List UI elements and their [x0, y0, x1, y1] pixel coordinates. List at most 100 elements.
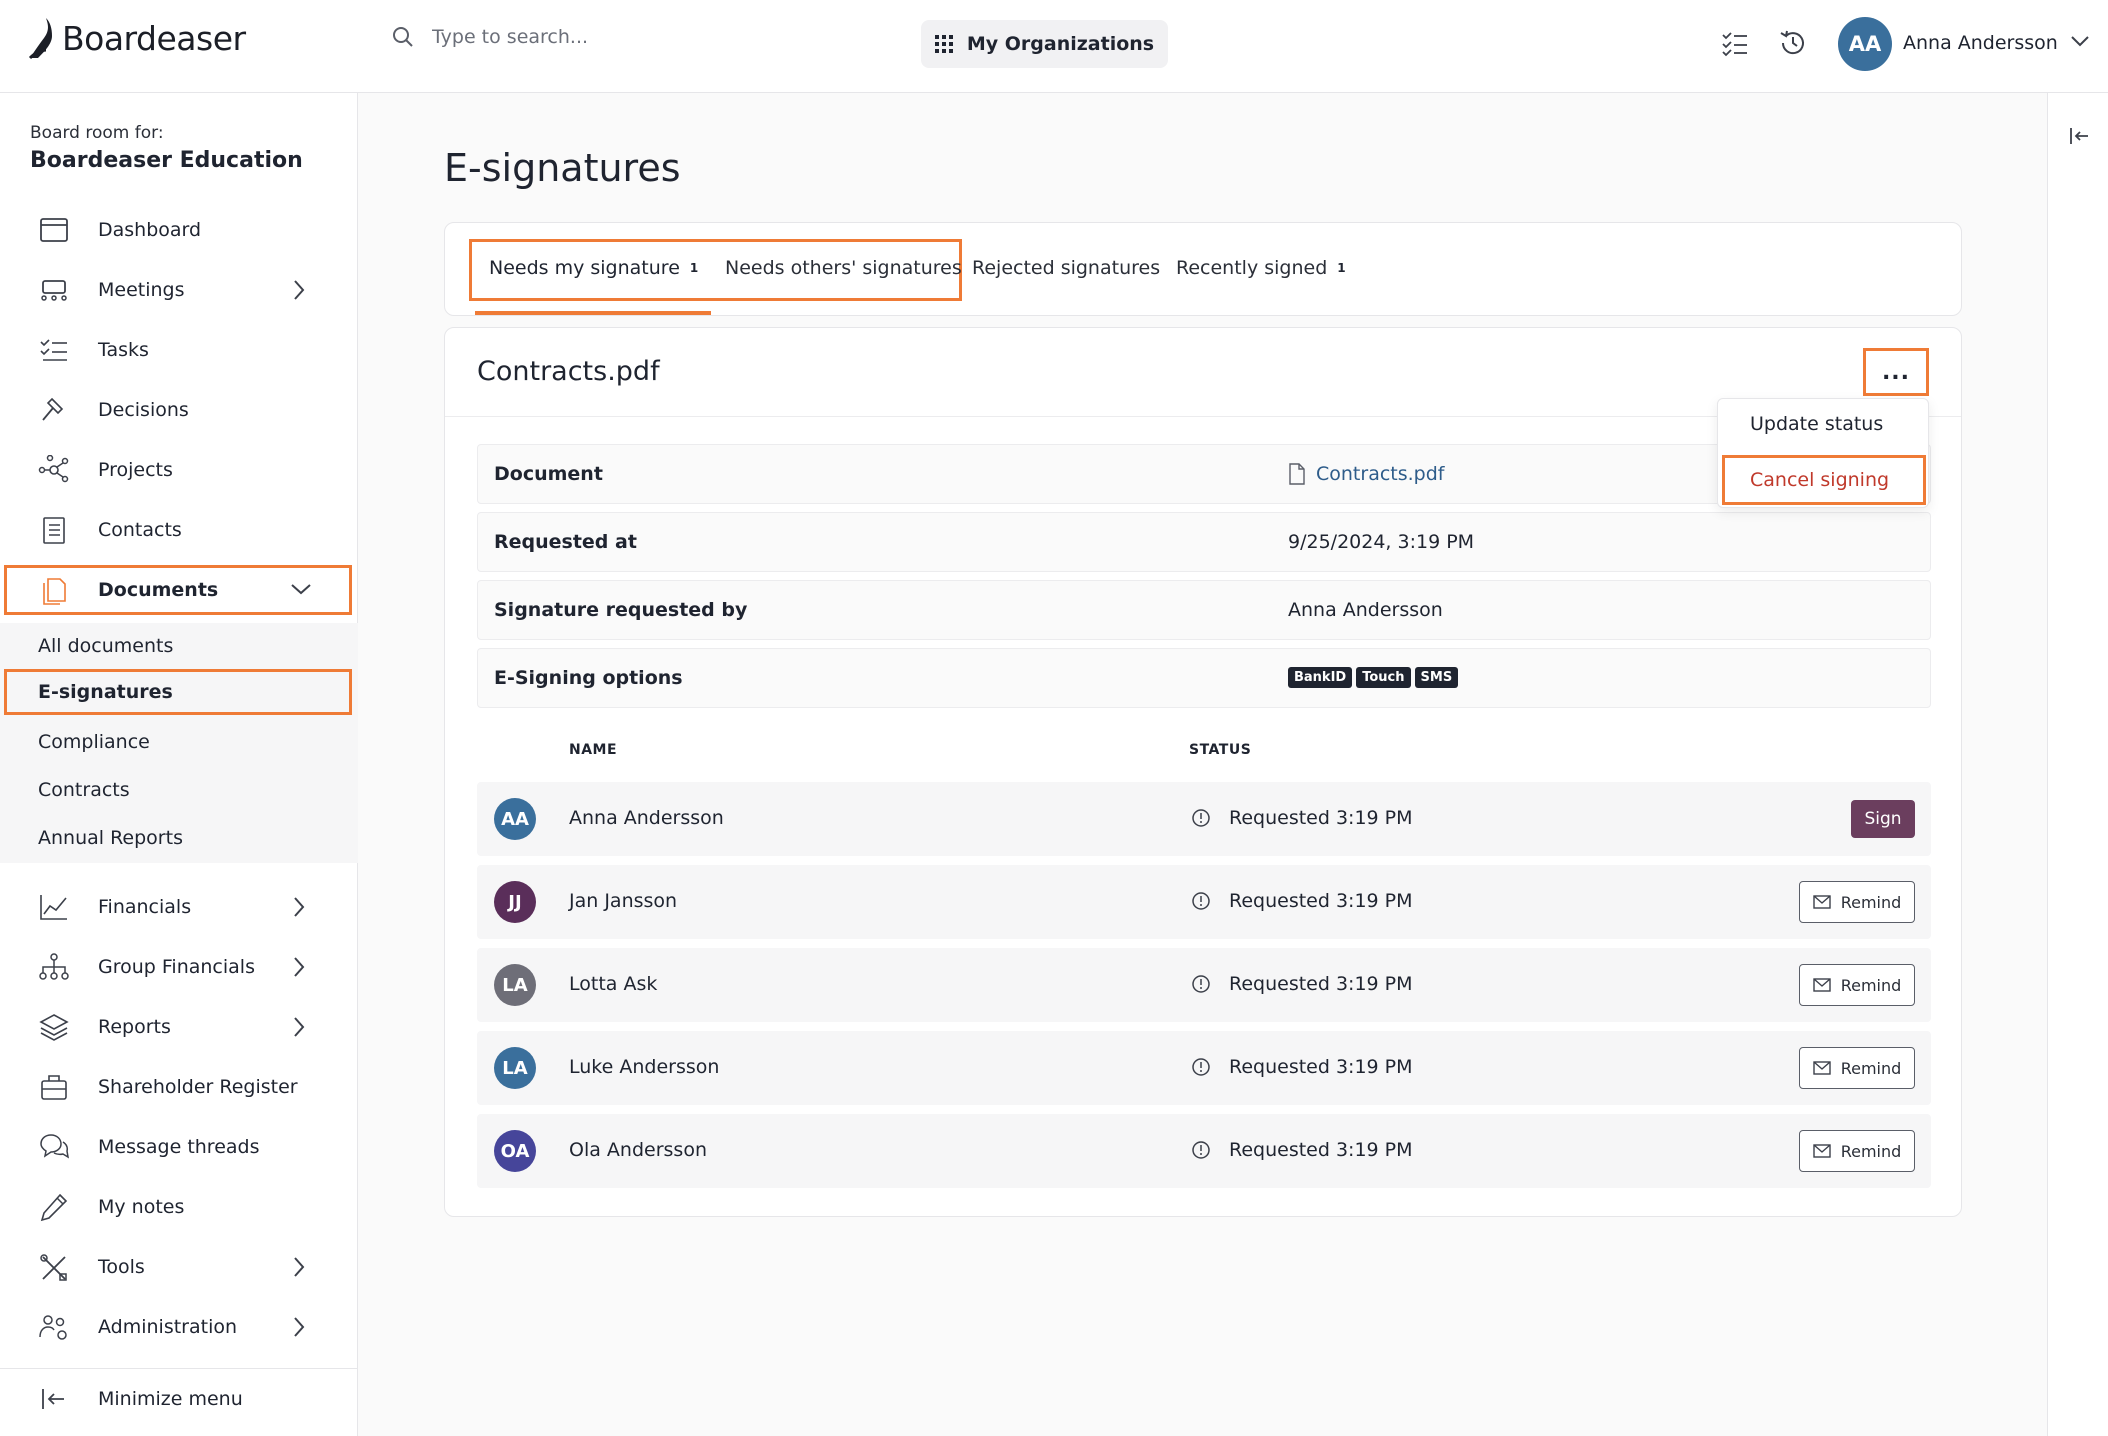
- sidebar-item-label: Reports: [98, 1016, 171, 1038]
- info-row-document: Document Contracts.pdf: [477, 444, 1931, 504]
- status-text: Requested 3:19 PM: [1229, 890, 1413, 912]
- minimize-menu-button[interactable]: Minimize menu: [4, 1374, 352, 1424]
- submenu-item-annual-reports[interactable]: Annual Reports: [4, 815, 352, 861]
- sidebar-item-dashboard[interactable]: Dashboard: [4, 205, 352, 255]
- address-book-icon: [43, 517, 65, 544]
- sidebar-item-financials[interactable]: Financials: [4, 882, 352, 932]
- clock-alert-icon: [1192, 1058, 1210, 1076]
- tab-count: 1: [1337, 261, 1346, 275]
- submenu-item-compliance[interactable]: Compliance: [4, 719, 352, 765]
- document-link[interactable]: Contracts.pdf: [1288, 463, 1444, 485]
- info-value: Anna Andersson: [1288, 599, 1443, 621]
- briefcase-icon: [41, 1075, 67, 1100]
- clock-alert-icon: [1192, 892, 1210, 910]
- info-value: 9/25/2024, 3:19 PM: [1288, 531, 1475, 553]
- minimize-menu-label: Minimize menu: [98, 1388, 243, 1410]
- tab-label: Needs others' signatures: [725, 257, 962, 279]
- tools-icon: [40, 1254, 67, 1281]
- submenu-item-all-documents[interactable]: All documents: [4, 623, 352, 669]
- table-row: LA Lotta Ask Requested 3:19 PM Remind: [477, 948, 1931, 1022]
- submenu-item-e-signatures[interactable]: E-signatures: [4, 669, 352, 715]
- avatar: LA: [494, 964, 536, 1006]
- document-card: Contracts.pdf ... Update status Cancel s…: [444, 327, 1962, 1217]
- signer-name: Lotta Ask: [569, 973, 658, 995]
- sidebar-item-decisions[interactable]: Decisions: [4, 385, 352, 435]
- envelope-icon: [1813, 1061, 1831, 1075]
- chevron-down-icon[interactable]: [2070, 34, 2090, 48]
- avatar: OA: [494, 1130, 536, 1172]
- my-organizations-label: My Organizations: [966, 33, 1155, 55]
- sign-button[interactable]: Sign: [1851, 800, 1915, 838]
- column-header-name: NAME: [569, 742, 618, 758]
- info-row-requested-at: Requested at 9/25/2024, 3:19 PM: [477, 512, 1931, 572]
- sidebar-item-meetings[interactable]: Meetings: [4, 265, 352, 315]
- sidebar-item-reports[interactable]: Reports: [4, 1002, 352, 1052]
- sidebar-item-tools[interactable]: Tools: [4, 1242, 352, 1292]
- chevron-right-icon: [294, 957, 305, 977]
- sidebar-item-tasks[interactable]: Tasks: [4, 325, 352, 375]
- remind-label: Remind: [1840, 1058, 1902, 1078]
- task-list-icon[interactable]: [1720, 28, 1750, 58]
- tab-recently-signed[interactable]: Recently signed 1: [1176, 257, 1346, 279]
- tab-rejected-signatures[interactable]: Rejected signatures: [972, 257, 1160, 279]
- sidebar-item-shareholder-register[interactable]: Shareholder Register: [4, 1062, 352, 1112]
- search-input[interactable]: [432, 26, 832, 48]
- sidebar: Board room for: Boardeaser Education Das…: [0, 93, 358, 1436]
- tab-label: Rejected signatures: [972, 257, 1161, 279]
- user-avatar[interactable]: AA: [1838, 17, 1892, 71]
- search-bar[interactable]: [392, 26, 832, 48]
- tab-count: 1: [689, 261, 699, 275]
- remind-button[interactable]: Remind: [1799, 881, 1915, 923]
- signer-name: Anna Andersson: [569, 807, 724, 829]
- menu-item-cancel-signing[interactable]: Cancel signing: [1722, 455, 1926, 505]
- my-organizations-button[interactable]: My Organizations: [921, 20, 1168, 68]
- more-options-button[interactable]: ...: [1863, 348, 1929, 396]
- sidebar-item-my-notes[interactable]: My notes: [4, 1182, 352, 1232]
- remind-button[interactable]: Remind: [1799, 964, 1915, 1006]
- tab-needs-my-signature[interactable]: Needs my signature 1: [489, 257, 698, 279]
- avatar: JJ: [494, 881, 536, 923]
- users-gear-icon: [39, 1315, 67, 1340]
- collapse-left-icon[interactable]: [2068, 125, 2090, 147]
- sidebar-item-group-financials[interactable]: Group Financials: [4, 942, 352, 992]
- document-link-text[interactable]: Contracts.pdf: [1316, 463, 1444, 485]
- documents-submenu: All documents E-signatures Compliance Co…: [0, 623, 358, 863]
- logo[interactable]: Boardeaser: [28, 16, 246, 60]
- history-icon[interactable]: [1778, 28, 1808, 58]
- signer-status: Requested 3:19 PM: [1191, 1139, 1413, 1161]
- sidebar-item-projects[interactable]: Projects: [4, 445, 352, 495]
- option-badge: Touch: [1356, 667, 1411, 688]
- info-label: E-Signing options: [494, 667, 683, 689]
- remind-button[interactable]: Remind: [1799, 1130, 1915, 1172]
- sidebar-item-label: Message threads: [98, 1136, 260, 1158]
- hierarchy-icon: [39, 953, 69, 980]
- table-row: JJ Jan Jansson Requested 3:19 PM Remind: [477, 865, 1931, 939]
- signer-status: Requested 3:19 PM: [1191, 973, 1413, 995]
- layers-icon: [39, 1014, 69, 1041]
- sidebar-item-documents[interactable]: Documents: [4, 565, 352, 615]
- user-name[interactable]: Anna Andersson: [1903, 32, 2058, 54]
- sidebar-item-contacts[interactable]: Contacts: [4, 505, 352, 555]
- sidebar-item-label: Contacts: [98, 519, 182, 541]
- sidebar-item-message-threads[interactable]: Message threads: [4, 1122, 352, 1172]
- status-text: Requested 3:19 PM: [1229, 973, 1413, 995]
- envelope-icon: [1813, 978, 1831, 992]
- line-chart-icon: [40, 895, 67, 920]
- submenu-item-contracts[interactable]: Contracts: [4, 767, 352, 813]
- sidebar-item-label: Documents: [98, 579, 219, 601]
- right-panel-bar: [2047, 93, 2108, 1436]
- remind-button[interactable]: Remind: [1799, 1047, 1915, 1089]
- sidebar-item-label: Meetings: [98, 279, 185, 301]
- logo-icon: [28, 18, 52, 60]
- menu-item-update-status[interactable]: Update status: [1718, 399, 1930, 449]
- logo-text: Boardeaser: [62, 18, 246, 58]
- signer-name: Ola Andersson: [569, 1139, 707, 1161]
- page-title: E-signatures: [444, 146, 681, 190]
- info-label: Signature requested by: [494, 599, 748, 621]
- chevron-right-icon: [294, 280, 305, 300]
- sidebar-item-administration[interactable]: Administration: [4, 1302, 352, 1352]
- table-row: OA Ola Andersson Requested 3:19 PM Remin…: [477, 1114, 1931, 1188]
- tab-needs-others-signatures[interactable]: Needs others' signatures: [725, 257, 962, 279]
- sidebar-item-label: Dashboard: [98, 219, 202, 241]
- sidebar-item-label: Decisions: [98, 399, 189, 421]
